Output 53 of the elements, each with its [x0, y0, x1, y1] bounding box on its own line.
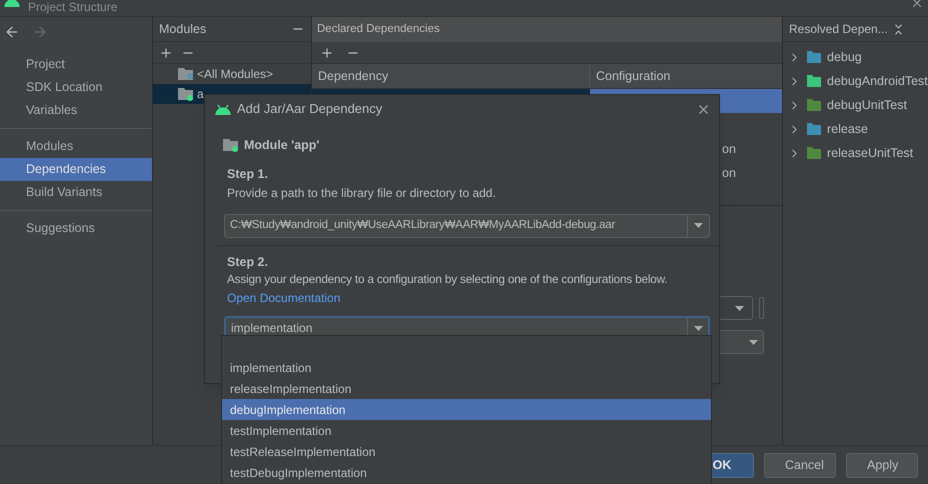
dropdown-option[interactable]: debugImplementation [222, 399, 711, 420]
tree-label: debugUnitTest [827, 96, 907, 114]
dropdown-arrow-icon [694, 223, 703, 228]
step-heading: Step 2. [227, 254, 269, 271]
dialog-button[interactable]: Apply [846, 452, 918, 478]
dropdown-arrow-icon [694, 326, 702, 331]
close-icon[interactable] [910, 0, 924, 10]
sidebar-item[interactable]: Dependencies [0, 158, 152, 181]
dropdown-option[interactable]: releaseImplementation [222, 378, 711, 399]
panel-title: Modules [159, 20, 206, 38]
tree-item[interactable]: debugUnitTest [783, 93, 928, 117]
table-cell-text: on [722, 164, 736, 182]
sidebar-item[interactable]: Variables [0, 99, 152, 122]
add-icon[interactable] [320, 46, 334, 60]
module-folder-icon [223, 138, 239, 152]
sidebar-item[interactable]: Project [0, 53, 152, 76]
step-description: Provide a path to the library file or directory to add. [227, 184, 497, 202]
step-description: Assign your dependency to a configuration by selecting one of the configurations below. [227, 271, 668, 288]
modules-folder-icon [178, 67, 194, 81]
tree-label: release [827, 120, 868, 138]
documentation-link[interactable]: Open Documentation [227, 288, 701, 307]
step-heading: Step 1. [227, 166, 269, 183]
tree-label: releaseUnitTest [827, 144, 914, 162]
toggle-box[interactable] [759, 297, 764, 319]
module-folder-icon [178, 87, 194, 101]
panel-title: Declared Dependencies [317, 22, 440, 37]
tree-item[interactable]: release [783, 117, 928, 141]
module-row[interactable]: <All Modules> [153, 64, 311, 84]
module-name: a [197, 86, 204, 103]
sidebar-item[interactable]: Suggestions [0, 217, 152, 240]
add-icon[interactable] [159, 46, 173, 60]
panel-title: Resolved Depen... [789, 21, 888, 38]
sidebar-item[interactable]: SDK Location [0, 76, 152, 99]
dropdown-arrow-icon [749, 340, 758, 344]
dropdown-option[interactable]: testImplementation [222, 420, 711, 441]
module-name: <All Modules> [197, 66, 274, 83]
dropdown-arrow-icon [735, 306, 744, 310]
window-title: Project Structure [28, 0, 118, 14]
tree-item[interactable]: debug [783, 45, 928, 69]
tree-label: debug [827, 48, 862, 66]
tree-item[interactable]: releaseUnitTest [783, 141, 928, 165]
column-header[interactable]: Dependency [312, 64, 590, 88]
path-combo[interactable]: C:₩Study₩android_unity₩UseAARLibrary₩AAR₩MyAARLibAdd-debug.aar [224, 214, 710, 238]
sidebar-item[interactable]: Build Variants [0, 181, 152, 204]
android-icon [215, 104, 231, 114]
dialog-button[interactable]: Cancel [764, 452, 836, 478]
dialog-title: Add Jar/Aar Dependency [237, 100, 382, 118]
dropdown-option[interactable]: implementation [222, 357, 711, 378]
module-label: Module 'app' [244, 137, 320, 154]
column-header[interactable]: Configuration [590, 64, 782, 88]
sidebar-item[interactable]: Modules [0, 135, 152, 158]
tree-item[interactable]: debugAndroidTest [783, 69, 928, 93]
tree-label: debugAndroidTest [827, 72, 928, 90]
